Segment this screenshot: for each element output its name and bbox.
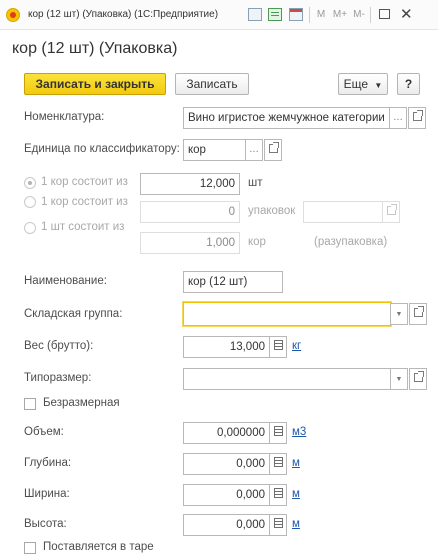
tare-checkbox[interactable]: [24, 542, 36, 554]
open-icon: [268, 142, 279, 153]
option3-unit: кор: [248, 236, 266, 248]
calculator-icon: [273, 518, 283, 528]
height-unit-link[interactable]: м: [292, 518, 300, 530]
save-and-close-button[interactable]: Записать и закрыть: [24, 73, 166, 95]
classifier-unit-select-button[interactable]: …: [245, 139, 263, 161]
option3-label: 1 шт состоит из: [41, 221, 125, 233]
weight-calculator-button[interactable]: [269, 336, 287, 358]
calculator-icon: [273, 340, 283, 350]
depth-calculator-button[interactable]: [269, 453, 287, 475]
weight-field[interactable]: 13,000: [183, 336, 270, 358]
titlebar-separator: [370, 7, 371, 23]
option2-package-field[interactable]: [303, 201, 383, 223]
chevron-down-icon: ▼: [374, 81, 383, 90]
more-button[interactable]: Еще ▼: [338, 73, 388, 95]
save-button[interactable]: Записать: [175, 73, 249, 95]
height-field[interactable]: 0,000: [183, 514, 270, 536]
more-label: Еще: [343, 77, 369, 91]
classifier-unit-open-button[interactable]: [264, 139, 282, 161]
chevron-down-icon: ▼: [395, 376, 403, 383]
page-title: кор (12 шт) (Упаковка): [12, 40, 178, 57]
nomenclature-field[interactable]: Вино игристое жемчужное категории: [183, 107, 390, 129]
option2-radio[interactable]: [24, 196, 36, 208]
option1-radio[interactable]: [24, 177, 36, 189]
titlebar-separator: [309, 7, 310, 23]
close-icon[interactable]: ✕: [400, 5, 413, 23]
nomenclature-select-button[interactable]: …: [389, 107, 407, 129]
tare-label: Поставляется в таре: [43, 541, 154, 553]
calculator-icon: [273, 457, 283, 467]
nomenclature-open-button[interactable]: [408, 107, 426, 129]
sizeless-checkbox[interactable]: [24, 398, 36, 410]
weight-label: Вес (брутто):: [24, 340, 94, 352]
width-label: Ширина:: [24, 488, 70, 500]
memory-button[interactable]: M: [314, 7, 328, 23]
help-button[interactable]: ?: [397, 73, 420, 95]
depth-label: Глубина:: [24, 457, 72, 469]
window-titlebar: кор (12 шт) (Упаковка) (1С:Предприятие) …: [0, 0, 438, 30]
calendar-icon[interactable]: [289, 8, 303, 21]
depth-unit-link[interactable]: м: [292, 457, 300, 469]
volume-calculator-button[interactable]: [269, 422, 287, 444]
size-type-label: Типоразмер:: [24, 372, 92, 384]
sizeless-label: Безразмерная: [43, 397, 120, 409]
size-type-dropdown-button[interactable]: ▼: [390, 368, 408, 390]
maximize-icon[interactable]: [379, 9, 390, 19]
warehouse-group-open-button[interactable]: [409, 303, 427, 325]
option1-label: 1 кор состоит из: [41, 176, 128, 188]
spreadsheet-icon[interactable]: [268, 8, 282, 21]
option2-label: 1 кор состоит из: [41, 196, 128, 208]
open-icon: [413, 306, 424, 317]
chevron-down-icon: ▼: [395, 311, 403, 318]
option2-quantity-field[interactable]: 0: [140, 201, 240, 223]
calculator-icon: [273, 488, 283, 498]
open-icon: [412, 110, 423, 121]
1c-logo-icon: [6, 8, 20, 22]
volume-label: Объем:: [24, 426, 64, 438]
width-unit-link[interactable]: м: [292, 488, 300, 500]
print-icon[interactable]: [248, 8, 262, 21]
calculator-icon: [273, 426, 283, 436]
warehouse-group-dropdown-button[interactable]: ▼: [390, 303, 408, 325]
memory-plus-button[interactable]: M+: [331, 7, 349, 23]
warehouse-group-field[interactable]: [183, 302, 391, 326]
name-field[interactable]: кор (12 шт): [183, 271, 283, 293]
open-icon: [413, 371, 424, 382]
size-type-field[interactable]: [183, 368, 391, 390]
option2-unit: упаковок: [248, 205, 296, 217]
memory-minus-button[interactable]: M-: [351, 7, 367, 23]
width-field[interactable]: 0,000: [183, 484, 270, 506]
option3-note: (разупаковка): [314, 236, 388, 248]
warehouse-group-label: Складская группа:: [24, 308, 123, 320]
window-title: кор (12 шт) (Упаковка) (1С:Предприятие): [28, 9, 219, 20]
weight-unit-link[interactable]: кг: [292, 340, 301, 352]
option2-open-button[interactable]: [382, 201, 400, 223]
volume-unit-link[interactable]: м3: [292, 426, 306, 438]
option1-unit: шт: [248, 177, 263, 189]
nomenclature-label: Номенклатура:: [24, 111, 105, 123]
name-label: Наименование:: [24, 275, 107, 287]
size-type-open-button[interactable]: [409, 368, 427, 390]
classifier-unit-field[interactable]: кор: [183, 139, 246, 161]
height-label: Высота:: [24, 518, 67, 530]
height-calculator-button[interactable]: [269, 514, 287, 536]
classifier-unit-label: Единица по классификатору:: [24, 143, 180, 155]
option3-quantity-field[interactable]: 1,000: [140, 232, 240, 254]
width-calculator-button[interactable]: [269, 484, 287, 506]
option1-quantity-field[interactable]: 12,000: [140, 173, 240, 195]
option3-radio[interactable]: [24, 222, 36, 234]
volume-field[interactable]: 0,000000: [183, 422, 270, 444]
open-icon: [386, 204, 397, 215]
depth-field[interactable]: 0,000: [183, 453, 270, 475]
